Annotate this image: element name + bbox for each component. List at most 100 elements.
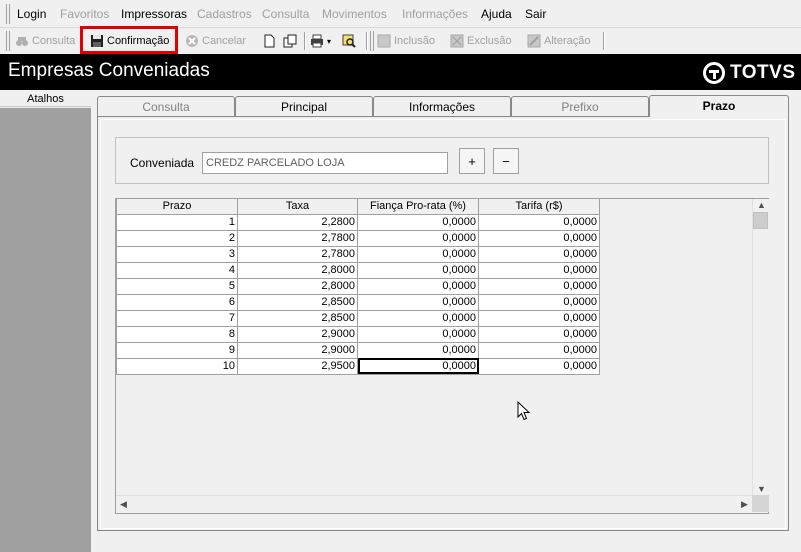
tab-prefixo[interactable]: Prefixo xyxy=(511,96,649,116)
cell-tarifa[interactable]: 0,0000 xyxy=(478,245,600,263)
column-header-taxa[interactable]: Taxa xyxy=(237,199,358,215)
scroll-right-icon[interactable]: ▶ xyxy=(741,499,748,510)
conveniada-field[interactable] xyxy=(202,152,448,174)
cell-fianca[interactable]: 0,0000 xyxy=(357,325,479,343)
table-row[interactable]: 8 2,9000 0,0000 0,0000 xyxy=(116,325,600,343)
cell-fianca[interactable]: 0,0000 xyxy=(357,277,479,295)
conveniada-label: Conveniada xyxy=(130,156,195,170)
cell-prazo[interactable]: 8 xyxy=(116,325,238,343)
table-row[interactable]: 1 2,2800 0,0000 0,0000 xyxy=(116,213,600,231)
cancel-icon xyxy=(185,34,199,48)
search-tool-button[interactable] xyxy=(342,31,356,51)
cell-prazo[interactable]: 6 xyxy=(116,293,238,311)
print-button[interactable]: ▾ xyxy=(310,31,331,51)
consulta-button[interactable]: Consulta xyxy=(15,31,75,51)
cell-tarifa[interactable]: 0,0000 xyxy=(478,229,600,247)
cell-tarifa[interactable]: 0,0000 xyxy=(478,357,600,375)
cell-tarifa[interactable]: 0,0000 xyxy=(478,309,600,327)
tab-consulta[interactable]: Consulta xyxy=(97,96,235,116)
consulta-label: Consulta xyxy=(32,35,76,47)
column-header-prazo[interactable]: Prazo xyxy=(116,199,238,215)
menu-movimentos[interactable]: Movimentos xyxy=(322,7,387,21)
grid-delete-icon xyxy=(450,34,464,48)
tab-principal[interactable]: Principal xyxy=(235,96,373,116)
menu-login[interactable]: Login xyxy=(17,7,46,21)
menu-impressoras[interactable]: Impressoras xyxy=(121,7,187,21)
cell-prazo[interactable]: 4 xyxy=(116,261,238,279)
cell-taxa[interactable]: 2,8000 xyxy=(237,277,358,295)
table-row[interactable]: 7 2,8500 0,0000 0,0000 xyxy=(116,309,600,327)
inclusao-button[interactable]: Inclusão xyxy=(377,31,435,51)
cell-taxa[interactable]: 2,9500 xyxy=(237,357,358,375)
cell-taxa[interactable]: 2,8500 xyxy=(237,293,358,311)
menu-sair[interactable]: Sair xyxy=(525,7,546,21)
mouse-cursor-icon xyxy=(517,401,530,421)
menu-informacoes[interactable]: Informações xyxy=(402,7,468,21)
toolbar-grip xyxy=(370,31,374,51)
cell-fianca[interactable]: 0,0000 xyxy=(357,229,479,247)
vertical-scroll-thumb[interactable] xyxy=(753,212,768,229)
binoculars-icon xyxy=(15,34,29,48)
cell-fianca[interactable]: 0,0000 xyxy=(357,261,479,279)
cell-taxa[interactable]: 2,7800 xyxy=(237,245,358,263)
scroll-left-icon[interactable]: ◀ xyxy=(120,499,127,510)
cell-prazo[interactable]: 10 xyxy=(116,357,238,375)
grid-edit-icon xyxy=(527,34,541,48)
cell-fianca[interactable]: 0,0000 xyxy=(357,245,479,263)
cell-taxa[interactable]: 2,8000 xyxy=(237,261,358,279)
cell-taxa[interactable]: 2,7800 xyxy=(237,229,358,247)
cell-fianca-focused[interactable]: 0,0000 xyxy=(357,357,479,375)
cell-taxa[interactable]: 2,9000 xyxy=(237,325,358,343)
cell-tarifa[interactable]: 0,0000 xyxy=(478,341,600,359)
table-row[interactable]: 3 2,7800 0,0000 0,0000 xyxy=(116,245,600,263)
vertical-scrollbar[interactable] xyxy=(752,199,769,495)
alteracao-button[interactable]: Alteração xyxy=(527,31,590,51)
cancelar-button[interactable]: Cancelar xyxy=(185,31,246,51)
table-row[interactable]: 4 2,8000 0,0000 0,0000 xyxy=(116,261,600,279)
cell-tarifa[interactable]: 0,0000 xyxy=(478,277,600,295)
table-row[interactable]: 9 2,9000 0,0000 0,0000 xyxy=(116,341,600,359)
scroll-up-icon[interactable]: ▲ xyxy=(757,200,766,210)
table-row[interactable]: 10 2,9500 0,0000 0,0000 xyxy=(116,357,600,375)
cell-prazo[interactable]: 9 xyxy=(116,341,238,359)
alteracao-label: Alteração xyxy=(544,35,591,47)
cell-prazo[interactable]: 3 xyxy=(116,245,238,263)
add-button[interactable]: + xyxy=(459,148,485,174)
menu-cadastros[interactable]: Cadastros xyxy=(197,7,252,21)
cell-tarifa[interactable]: 0,0000 xyxy=(478,325,600,343)
scroll-down-icon[interactable]: ▼ xyxy=(757,484,766,494)
cell-prazo[interactable]: 1 xyxy=(116,213,238,231)
cell-fianca[interactable]: 0,0000 xyxy=(357,341,479,359)
table-row[interactable]: 2 2,7800 0,0000 0,0000 xyxy=(116,229,600,247)
cell-taxa[interactable]: 2,8500 xyxy=(237,309,358,327)
cell-fianca[interactable]: 0,0000 xyxy=(357,213,479,231)
menu-consulta[interactable]: Consulta xyxy=(262,7,309,21)
cell-prazo[interactable]: 2 xyxy=(116,229,238,247)
toolbar-separator xyxy=(304,32,306,50)
remove-button[interactable]: − xyxy=(493,148,519,174)
cell-tarifa[interactable]: 0,0000 xyxy=(478,261,600,279)
cell-tarifa[interactable]: 0,0000 xyxy=(478,213,600,231)
cell-taxa[interactable]: 2,9000 xyxy=(237,341,358,359)
cell-fianca[interactable]: 0,0000 xyxy=(357,309,479,327)
menu-favoritos[interactable]: Favoritos xyxy=(60,7,109,21)
toolbar-separator xyxy=(603,32,605,50)
column-header-fianca[interactable]: Fiança Pro-rata (%) xyxy=(357,199,479,215)
copy-document-button[interactable] xyxy=(283,31,297,51)
table-row[interactable]: 6 2,8500 0,0000 0,0000 xyxy=(116,293,600,311)
tab-prazo[interactable]: Prazo xyxy=(649,95,789,117)
cell-prazo[interactable]: 5 xyxy=(116,277,238,295)
table-row[interactable]: 5 2,8000 0,0000 0,0000 xyxy=(116,277,600,295)
cell-prazo[interactable]: 7 xyxy=(116,309,238,327)
horizontal-scrollbar[interactable] xyxy=(116,495,752,512)
exclusao-button[interactable]: Exclusão xyxy=(450,31,512,51)
new-document-button[interactable] xyxy=(262,31,276,51)
tab-informacoes[interactable]: Informações xyxy=(373,96,511,116)
cell-fianca[interactable]: 0,0000 xyxy=(357,293,479,311)
window-titlebar: Empresas Conveniadas xyxy=(0,54,801,90)
cell-taxa[interactable]: 2,2800 xyxy=(237,213,358,231)
cell-tarifa[interactable]: 0,0000 xyxy=(478,293,600,311)
menu-ajuda[interactable]: Ajuda xyxy=(481,7,512,21)
exclusao-label: Exclusão xyxy=(467,35,512,47)
column-header-tarifa[interactable]: Tarifa (r$) xyxy=(478,199,600,215)
